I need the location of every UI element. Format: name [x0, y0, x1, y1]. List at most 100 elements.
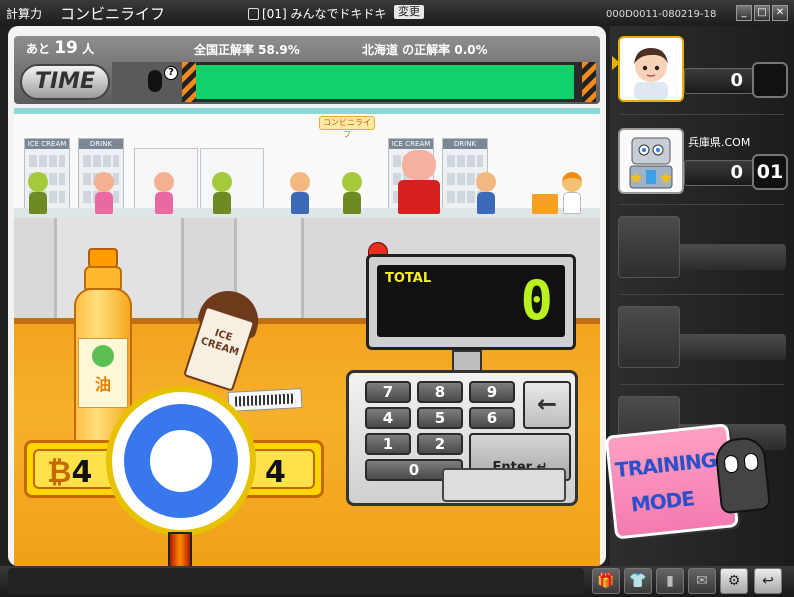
leaf-icon — [92, 345, 114, 367]
price-left: ₿4 — [47, 455, 92, 490]
store-top-band — [14, 108, 600, 114]
correct-answer-mark — [106, 386, 256, 566]
empty-score — [680, 334, 786, 360]
currency-symbol: ₿ — [47, 455, 72, 490]
title-bar: 計算力 コンビニライフ [01] みんなでドキドキ 変更 000D0011-08… — [0, 0, 794, 26]
customer-green — [342, 172, 362, 214]
category-label: 計算力 — [6, 7, 43, 21]
cash-drawer — [442, 468, 566, 502]
divider — [620, 384, 784, 385]
store-scene: コンビニライフ ICE CREAM DRINK ICE CREAM DRINK — [14, 108, 600, 218]
room-name: [01] みんなでドキドキ — [262, 7, 387, 21]
customer-pig — [398, 150, 440, 214]
customer-green — [28, 172, 48, 214]
backspace-key[interactable]: ← — [523, 381, 571, 429]
mail-icon[interactable]: ✉ — [688, 568, 716, 594]
checkout-counter: 油 ICE CREAM ₿4 4 TOTAL 0 7 8 9 ← 4 5 6 1… — [14, 218, 600, 566]
return-icon[interactable]: ↩ — [754, 568, 782, 594]
training-line2: MODE — [629, 486, 696, 517]
register-screen: TOTAL 0 — [366, 254, 576, 350]
key-2[interactable]: 2 — [417, 433, 463, 455]
game-area: あと 19 人 全国正解率 58.9% 北海道 の正解率 0.0% TIME ?… — [8, 26, 606, 566]
total-value: 0 — [520, 269, 553, 332]
training-mode-badge: TRAINING MODE — [604, 420, 772, 545]
key-8[interactable]: 8 — [417, 381, 463, 403]
key-6[interactable]: 6 — [469, 407, 515, 429]
shelf-label: DRINK — [79, 139, 123, 149]
clerk — [562, 172, 582, 214]
shirt-icon[interactable]: 👕 — [624, 568, 652, 594]
player-slot-self: 0 — [618, 30, 788, 102]
game-window: 計算力 コンビニライフ [01] みんなでドキドキ 変更 000D0011-08… — [0, 0, 794, 597]
mascot-icon — [713, 435, 772, 515]
bottle-cap — [88, 248, 118, 268]
bottom-toolbar: 🎁 👕 ▮ ✉ ⚙ ↩ — [0, 566, 794, 597]
shelf-label: ICE CREAM — [389, 139, 433, 149]
hud: あと 19 人 全国正解率 58.9% 北海道 の正解率 0.0% TIME ? — [14, 36, 600, 104]
cash-register-small — [532, 194, 558, 214]
divider — [620, 114, 784, 115]
remaining-count: 19 — [54, 38, 78, 58]
customer-brown-hair — [476, 172, 496, 214]
shelf-label: DRINK — [443, 139, 487, 149]
key-7[interactable]: 7 — [365, 381, 411, 403]
cash-register: TOTAL 0 7 8 9 ← 4 5 6 1 2 0 — [342, 242, 580, 506]
gear-icon[interactable]: ⚙ — [720, 568, 748, 594]
time-label: TIME — [20, 64, 110, 100]
lock-icon — [248, 8, 259, 20]
player-score: 0 — [684, 68, 756, 94]
divider — [620, 294, 784, 295]
room-label: [01] みんなでドキドキ — [248, 5, 386, 22]
region-rate: 北海道 の正解率 0.0% — [362, 43, 488, 57]
time-bar-stripe-right — [582, 62, 596, 102]
customer-brown-hair — [290, 172, 310, 214]
key-9[interactable]: 9 — [469, 381, 515, 403]
minimize-button[interactable]: _ — [736, 5, 752, 21]
player-answer — [752, 62, 788, 98]
price-left-value: 4 — [71, 455, 93, 490]
help-icon[interactable]: ? — [164, 66, 178, 80]
game-title: コンビニライフ — [60, 5, 166, 23]
key-5[interactable]: 5 — [417, 407, 463, 429]
bottle-neck — [84, 266, 122, 290]
robot-avatar-icon — [629, 137, 673, 189]
time-bar-stripe-left — [182, 62, 196, 102]
empty-avatar — [618, 306, 680, 368]
ranking-icon[interactable]: ▮ — [656, 568, 684, 594]
boy-avatar-icon — [634, 48, 668, 100]
circle-correct-icon — [124, 404, 238, 518]
player-slot-com: 兵庫県.COM 0 01 — [618, 122, 788, 194]
session-code: 000D0011-080219-18 — [606, 9, 717, 20]
customer-green — [212, 172, 232, 214]
customer-pink — [94, 172, 114, 214]
player-avatar[interactable] — [618, 36, 684, 102]
change-room-button[interactable]: 変更 — [394, 5, 424, 19]
player-slot-empty — [618, 216, 786, 286]
shelf-label: ICE CREAM — [25, 139, 69, 149]
chat-track — [8, 568, 584, 595]
com-score: 0 — [684, 160, 756, 186]
remaining-customers: あと 19 人 — [26, 38, 94, 58]
mic-area: ? — [112, 62, 182, 102]
divider — [620, 204, 784, 205]
empty-avatar — [618, 216, 680, 278]
total-label: TOTAL — [385, 271, 432, 286]
register-stem — [452, 350, 482, 372]
remaining-prefix: あと — [26, 42, 51, 56]
gift-icon[interactable]: 🎁 — [592, 568, 620, 594]
player-slot-empty — [618, 306, 786, 376]
price-right-value: 4 — [265, 455, 286, 490]
remaining-suffix: 人 — [82, 42, 95, 56]
com-answer: 01 — [752, 154, 788, 190]
store-sign: コンビニライフ — [319, 116, 375, 139]
key-4[interactable]: 4 — [365, 407, 411, 429]
maximize-button[interactable]: □ — [754, 5, 770, 21]
training-line1: TRAINING — [614, 447, 718, 483]
key-1[interactable]: 1 — [365, 433, 411, 455]
com-avatar[interactable] — [618, 128, 684, 194]
microphone-icon — [148, 70, 162, 92]
magnifier-handle — [168, 532, 192, 566]
empty-score — [680, 244, 786, 270]
time-bar — [182, 62, 596, 102]
close-button[interactable]: ✕ — [772, 5, 788, 21]
